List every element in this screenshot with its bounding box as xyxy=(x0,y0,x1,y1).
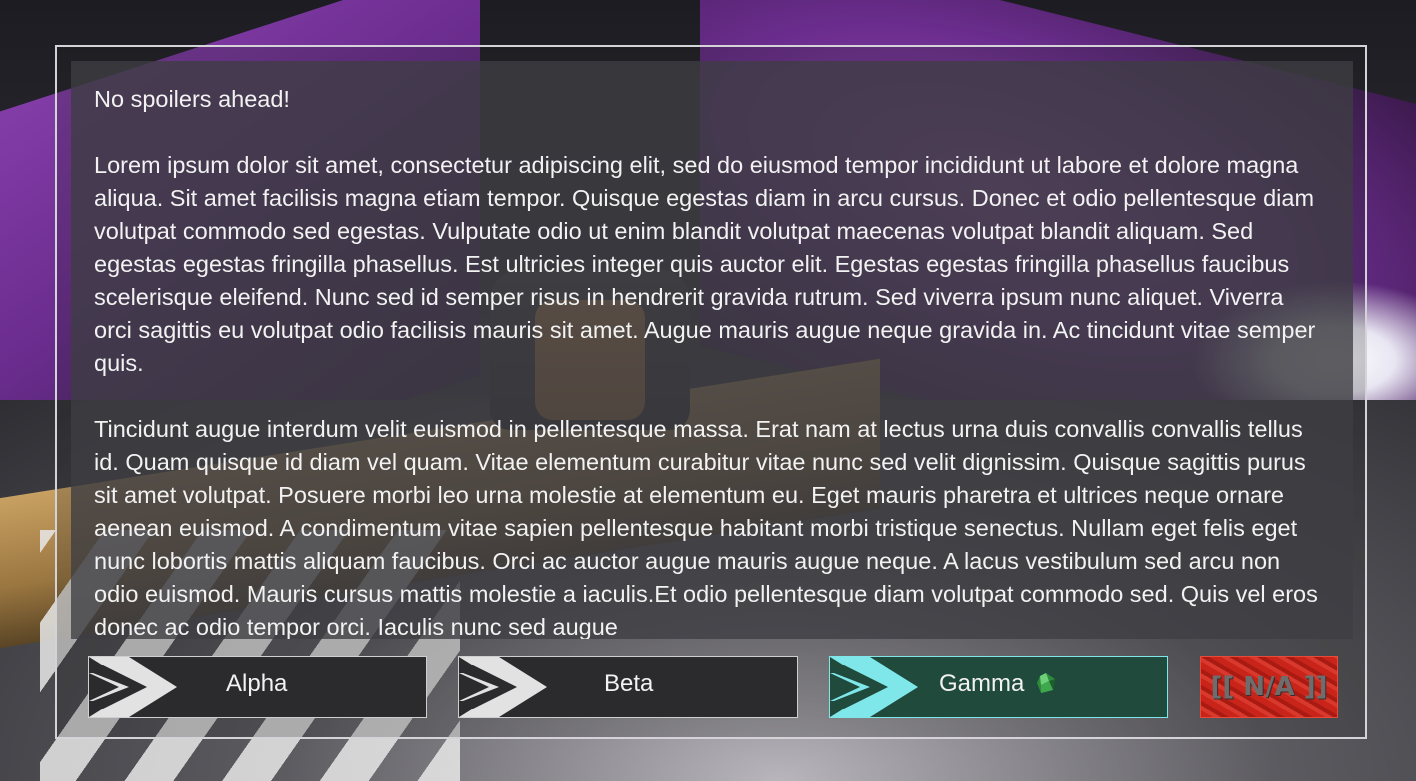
paragraph-1: Lorem ipsum dolor sit amet, consectetur … xyxy=(94,152,1316,376)
paragraph-2: Tincidunt augue interdum velit euismod i… xyxy=(94,416,1318,639)
paragraph-intro: No spoilers ahead! xyxy=(94,86,290,112)
na-button[interactable]: [[ N/A ]] xyxy=(1200,656,1338,718)
gamma-button-label-wrap: Gamma xyxy=(939,657,1057,717)
double-chevron-right-icon xyxy=(89,657,177,717)
double-chevron-right-icon xyxy=(830,657,918,717)
scrollable-text-panel[interactable]: No spoilers ahead! Lorem ipsum dolor sit… xyxy=(71,61,1353,639)
gamma-button[interactable]: Gamma xyxy=(829,656,1168,718)
green-gem-icon xyxy=(1037,673,1056,693)
beta-button[interactable]: Beta xyxy=(458,656,798,718)
na-button-label: [[ N/A ]] xyxy=(1210,672,1328,702)
gamma-button-label: Gamma xyxy=(939,670,1025,697)
double-chevron-right-icon xyxy=(459,657,547,717)
dialog-text: No spoilers ahead! Lorem ipsum dolor sit… xyxy=(94,83,1324,639)
alpha-button[interactable]: Alpha xyxy=(88,656,427,718)
alpha-button-label: Alpha xyxy=(226,670,288,697)
beta-button-label: Beta xyxy=(604,670,654,697)
dialog-window: No spoilers ahead! Lorem ipsum dolor sit… xyxy=(55,45,1367,739)
